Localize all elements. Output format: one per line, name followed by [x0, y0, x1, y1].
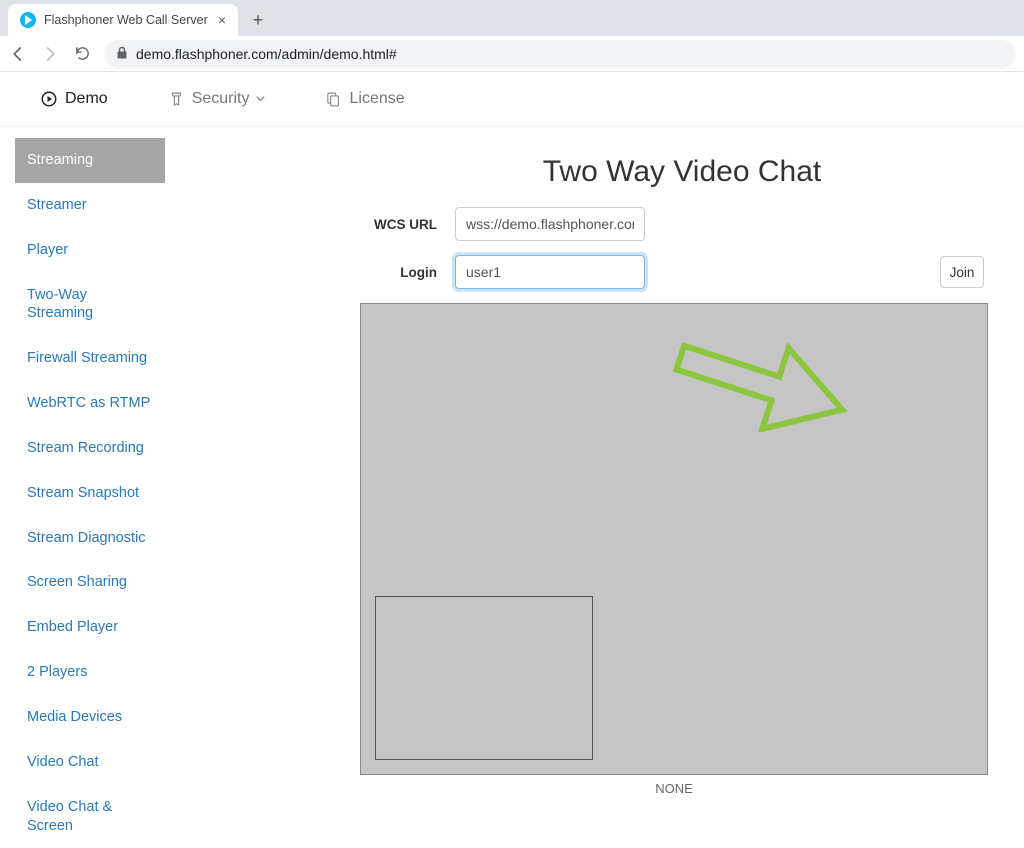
page-title: Two Way Video Chat [360, 155, 1004, 189]
login-row: Login Join [360, 255, 1004, 289]
browser-tab-strip: Flashphoner Web Call Server × + [0, 0, 1024, 36]
sidebar-item-media-devices[interactable]: Media Devices [15, 695, 165, 740]
sidebar-item-two-way-streaming[interactable]: Two-Way Streaming [15, 273, 165, 337]
sidebar-item-video-chat-screen[interactable]: Video Chat & Screen [15, 785, 165, 848]
back-button[interactable] [8, 44, 28, 64]
sidebar-item-2-players[interactable]: 2 Players [15, 650, 165, 695]
sidebar-item-screen-sharing[interactable]: Screen Sharing [15, 560, 165, 605]
join-button[interactable]: Join [940, 256, 984, 288]
nav-security[interactable]: Security [168, 90, 266, 108]
sidebar-item-player[interactable]: Player [15, 228, 165, 273]
nav-demo-label: Demo [65, 90, 108, 108]
close-icon[interactable]: × [218, 12, 226, 28]
sidebar-item-webrtc-as-rtmp[interactable]: WebRTC as RTMP [15, 381, 165, 426]
forward-button[interactable] [40, 44, 60, 64]
nav-security-label: Security [192, 90, 250, 108]
video-status: NONE [360, 781, 988, 796]
new-tab-button[interactable]: + [244, 6, 272, 34]
login-input[interactable] [455, 255, 645, 289]
sidebar-item-firewall-streaming[interactable]: Firewall Streaming [15, 336, 165, 381]
shield-icon [168, 91, 185, 108]
wcs-url-label: WCS URL [360, 217, 455, 232]
address-bar-text: demo.flashphoner.com/admin/demo.html# [136, 46, 397, 62]
sidebar-item-stream-snapshot[interactable]: Stream Snapshot [15, 471, 165, 516]
sidebar-item-streaming[interactable]: Streaming [15, 138, 165, 183]
favicon-icon [20, 12, 36, 28]
nav-license-label: License [349, 90, 404, 108]
wcs-url-input[interactable] [455, 207, 645, 241]
video-main [360, 303, 988, 775]
reload-button[interactable] [72, 44, 92, 64]
video-pip [375, 596, 593, 760]
license-icon [325, 91, 342, 108]
chevron-down-icon [256, 90, 265, 108]
login-label: Login [360, 265, 455, 280]
app-top-nav: Demo Security License [0, 72, 1024, 127]
sidebar-item-streamer[interactable]: Streamer [15, 183, 165, 228]
sidebar: Streaming Streamer Player Two-Way Stream… [0, 127, 180, 824]
sidebar-item-video-chat[interactable]: Video Chat [15, 740, 165, 785]
address-bar[interactable]: demo.flashphoner.com/admin/demo.html# [104, 40, 1016, 68]
sidebar-item-embed-player[interactable]: Embed Player [15, 605, 165, 650]
wcs-url-row: WCS URL [360, 207, 1004, 241]
nav-license[interactable]: License [325, 90, 404, 108]
nav-demo[interactable]: Demo [40, 90, 108, 108]
browser-tab-active[interactable]: Flashphoner Web Call Server × [8, 4, 238, 36]
browser-toolbar: demo.flashphoner.com/admin/demo.html# [0, 36, 1024, 72]
sidebar-item-stream-diagnostic[interactable]: Stream Diagnostic [15, 516, 165, 561]
play-circle-icon [40, 90, 58, 108]
sidebar-item-stream-recording[interactable]: Stream Recording [15, 426, 165, 471]
content-area: Two Way Video Chat WCS URL Login Join NO… [180, 127, 1024, 824]
lock-icon [116, 46, 128, 62]
browser-tab-title: Flashphoner Web Call Server [44, 13, 208, 27]
